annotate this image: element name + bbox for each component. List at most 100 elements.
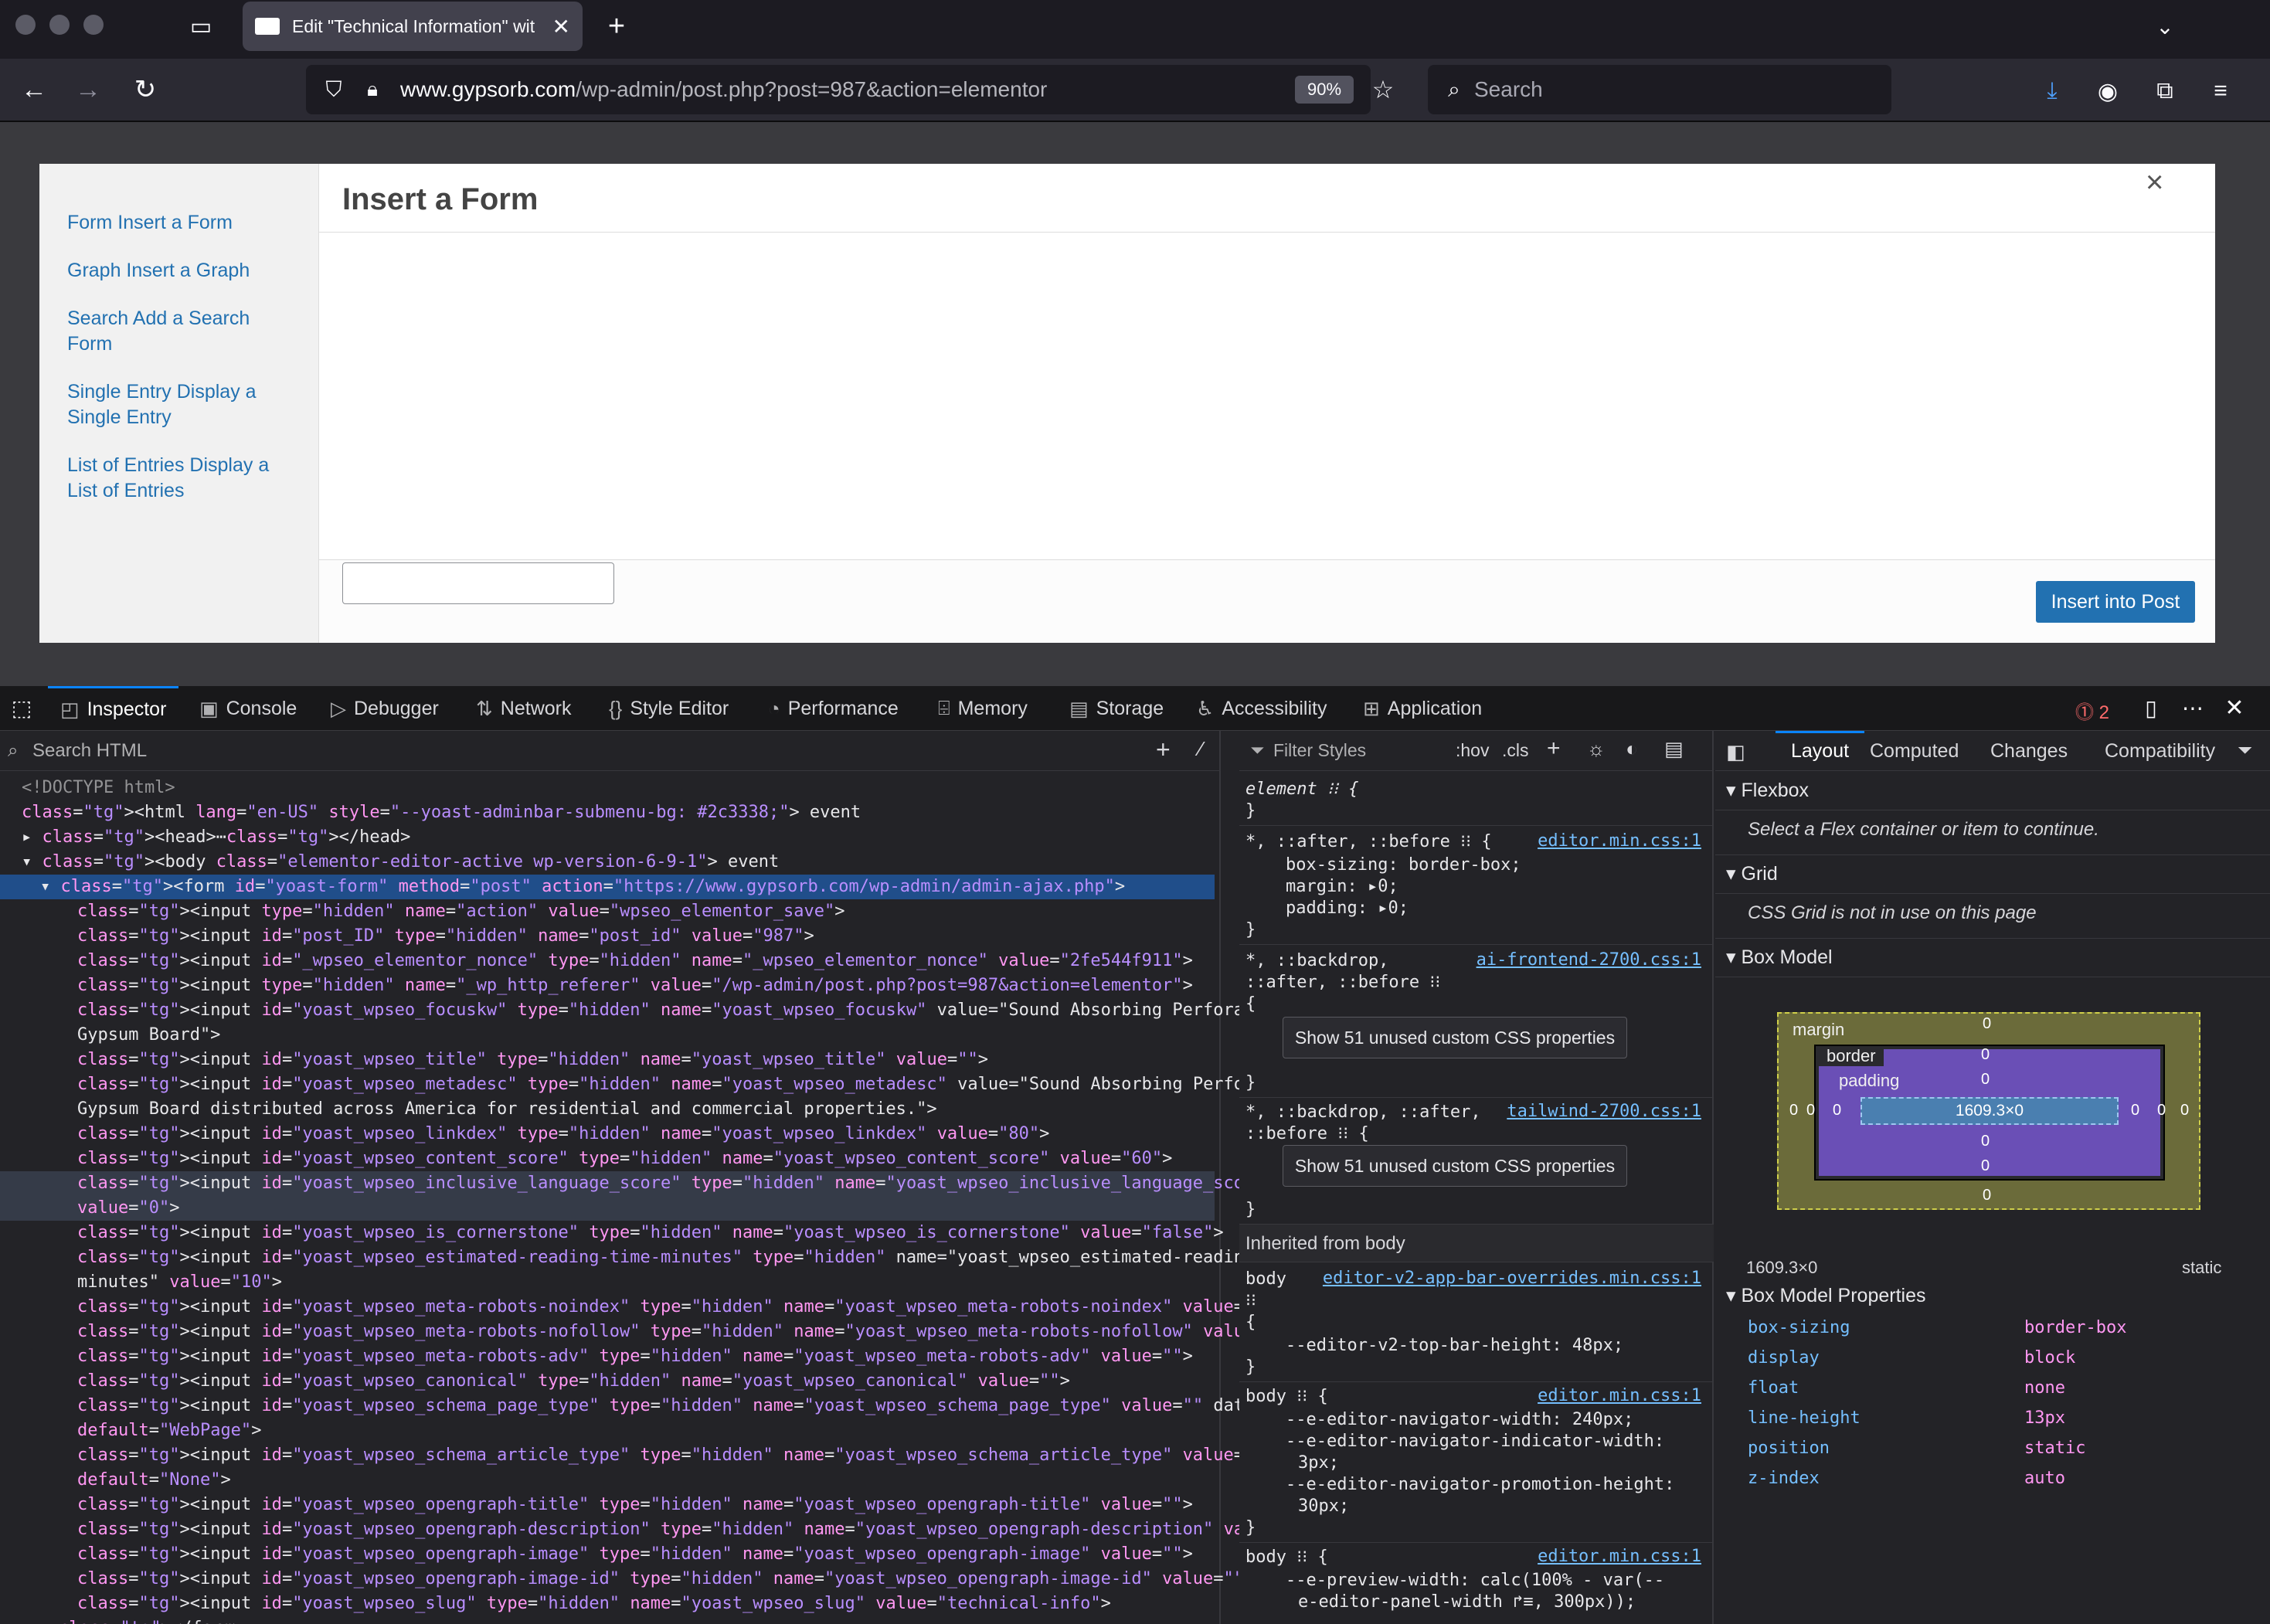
box-model-section-header[interactable]: ▾ Box Model (1726, 946, 1833, 969)
tab-overview-icon[interactable]: ▭ (184, 9, 218, 43)
markup-node-line[interactable]: ▾ class="tg"><body class="elementor-edit… (0, 850, 1215, 875)
web-search-bar[interactable]: ⌕ Search (1428, 65, 1891, 114)
tab-console[interactable]: ▣ Console (199, 686, 297, 731)
markup-node-line[interactable]: class="tg"><input id="yoast_wpseo_title"… (0, 1048, 1215, 1072)
maximize-window-button[interactable] (83, 15, 104, 35)
rule-1-prop-1[interactable]: box-sizing: border-box; (1286, 854, 1734, 876)
markup-node-line[interactable]: class="tg"><input type="hidden" name="_w… (0, 973, 1215, 998)
cls-toggle[interactable]: .cls (1502, 740, 1529, 761)
markup-node-line[interactable]: class="tg"><html lang="en-US" style="--y… (0, 800, 1215, 825)
url-text[interactable]: www.gypsorb.com/wp-admin/post.php?post=9… (400, 77, 1047, 102)
box-model-margin[interactable]: margin 0 0 0 0 border padding 0 0 0 0 0 … (1777, 1012, 2200, 1210)
markup-node-line[interactable]: ▸ class="tg"><head>⋯class="tg"></head> (0, 825, 1215, 850)
minimize-window-button[interactable] (49, 15, 70, 35)
tab-compatibility[interactable]: Compatibility (2105, 740, 2215, 763)
markup-node-line[interactable]: class="tg"><input id="yoast_wpseo_canoni… (0, 1369, 1215, 1394)
tab-inspector[interactable]: ◰ Inspector (48, 686, 179, 731)
flexbox-section-header[interactable]: ▾ Flexbox (1726, 779, 1809, 802)
markup-node-line[interactable]: class="tg"><input id="yoast_wpseo_focusk… (0, 998, 1275, 1023)
lock-icon[interactable]: 🔒︎ (355, 73, 389, 107)
body-rule-2-prop-1[interactable]: --e-editor-navigator-width: 240px; (1286, 1409, 1734, 1431)
add-node-icon[interactable]: + (1156, 736, 1171, 764)
markup-node-line[interactable]: class="tg"><input id="_wpseo_elementor_n… (0, 949, 1215, 973)
margin-bottom-value[interactable]: 0 (1983, 1187, 1991, 1204)
active-tab[interactable]: Edit "Technical Information" wit ✕ (243, 2, 583, 51)
tab-computed[interactable]: Computed (1870, 740, 1959, 763)
margin-top-value[interactable]: 0 (1983, 1015, 1991, 1033)
tab-layout[interactable]: Layout (1776, 731, 1865, 771)
margin-left-value[interactable]: 0 (1789, 1102, 1798, 1119)
markup-node-line[interactable]: class="tg"><input id="yoast_wpseo_linkde… (0, 1122, 1215, 1147)
body-rule-1-source-link[interactable]: editor-v2-app-bar-overrides.min.css:1 (1323, 1269, 1701, 1288)
sidebar-link-search[interactable]: Search Add a Search Form (67, 306, 299, 357)
body-rule-3-source-link[interactable]: editor.min.css:1 (1538, 1547, 1701, 1566)
menu-icon[interactable]: ≡ (2204, 74, 2238, 108)
tab-style-editor[interactable]: {} Style Editor (609, 686, 729, 731)
rule-1-prop-2[interactable]: margin: ▸0; (1286, 876, 1734, 898)
error-count-badge[interactable]: ⓵ 2 (2075, 697, 2109, 724)
add-rule-icon[interactable]: + (1547, 736, 1561, 762)
body-rule-2-prop-2[interactable]: --e-editor-navigator-indicator-width: (1286, 1431, 1734, 1452)
markup-node-line[interactable]: class="tg"><input id="yoast_wpseo_meta-r… (0, 1295, 1285, 1320)
grid-section-header[interactable]: ▾ Grid (1726, 862, 1778, 885)
tab-performance[interactable]: ◔ Performance (768, 686, 899, 731)
dock-toggle-icon[interactable]: ▯ (2134, 691, 2168, 725)
close-icon[interactable]: × (2146, 165, 2163, 200)
print-media-icon[interactable]: ▤ (1664, 737, 1684, 761)
tab-network[interactable]: ⇅ Network (476, 686, 571, 731)
zoom-level-badge[interactable]: 90% (1295, 76, 1354, 104)
list-all-tabs-chevron-icon[interactable]: ⌄ (2148, 9, 2182, 43)
border-right-value[interactable]: 0 (2157, 1102, 2166, 1119)
markup-node-line[interactable]: class="tg"><input id="yoast_wpseo_inclus… (0, 1171, 1275, 1196)
markup-node-line[interactable]: <!DOCTYPE html> (0, 776, 1215, 800)
border-bottom-value[interactable]: 0 (1981, 1157, 1990, 1175)
content-size[interactable]: 1609.3×0 (1861, 1097, 2119, 1125)
rule-1-prop-3[interactable]: padding: ▸0; (1286, 898, 1734, 919)
markup-node-line[interactable]: ▾ class="tg"><form id="yoast-form" metho… (0, 875, 1215, 899)
rule-3-source-link[interactable]: tailwind-2700.css:1 (1507, 1102, 1701, 1121)
rule-1-source-link[interactable]: editor.min.css:1 (1538, 831, 1701, 851)
padding-right-value[interactable]: 0 (2131, 1102, 2139, 1119)
element-picker-icon[interactable]: ⬚ (5, 691, 39, 725)
extensions-icon[interactable]: ⧉ (2148, 74, 2182, 108)
markup-node-line[interactable]: class="tg"><input id="yoast_wpseo_is_cor… (0, 1221, 1224, 1245)
padding-left-value[interactable]: 0 (1833, 1102, 1841, 1119)
markup-node-line[interactable]: class="tg"><input type="hidden" name="ac… (0, 899, 1215, 924)
markup-node-line[interactable]: Gypsum Board distributed across America … (0, 1097, 1215, 1122)
dark-scheme-icon[interactable]: ◐ (1626, 737, 1638, 761)
markup-node-line[interactable]: value="0"> (0, 1196, 1215, 1221)
markup-node-line[interactable]: class="tg"><input id="yoast_wpseo_opengr… (0, 1517, 1316, 1542)
more-options-icon[interactable]: ⋯ (2176, 691, 2210, 725)
body-rule-3-prop-1[interactable]: --e-preview-width: calc(100% - var(-- (1286, 1570, 1734, 1592)
sidebar-link-list-entries[interactable]: List of Entries Display a List of Entrie… (67, 453, 299, 504)
tab-accessibility[interactable]: ♿︎ Accessibility (1196, 686, 1327, 731)
close-window-button[interactable] (15, 15, 36, 35)
downloads-icon[interactable]: ⤓ (2035, 74, 2069, 108)
markup-node-line[interactable]: class="tg"><input id="yoast_wpseo_estima… (0, 1245, 1316, 1270)
markup-node-line[interactable]: class="tg"><input id="yoast_wpseo_meta-r… (0, 1320, 1306, 1344)
markup-node-line[interactable]: Gypsum Board"> (0, 1023, 1215, 1048)
tab-changes[interactable]: Changes (1990, 740, 2068, 763)
markup-node-line[interactable]: default="None"> (0, 1468, 1215, 1493)
new-tab-button[interactable]: + (600, 9, 634, 43)
back-arrow-icon[interactable]: ← (17, 73, 51, 107)
sidebar-link-graph[interactable]: Graph Insert a Graph (67, 258, 299, 284)
markup-node-line[interactable]: class="tg"><input id="yoast_wpseo_meta-r… (0, 1344, 1215, 1369)
padding-bottom-value[interactable]: 0 (1981, 1133, 1990, 1150)
box-model-border[interactable]: border padding 0 0 0 0 0 0 0 0 1609.3×0 (1806, 1045, 2166, 1181)
close-tab-icon[interactable]: ✕ (552, 14, 570, 39)
markup-node-line[interactable]: class="tg"></form> (0, 1616, 1215, 1624)
box-model-padding[interactable]: border padding 0 0 0 0 0 0 0 0 1609.3×0 (1806, 1046, 2166, 1176)
markup-node-line[interactable]: class="tg"><input id="yoast_wpseo_opengr… (0, 1567, 1254, 1592)
rule-2-source-link[interactable]: ai-frontend-2700.css:1 (1477, 950, 1701, 970)
show-unused-css-button[interactable]: Show 51 unused custom CSS properties (1283, 1145, 1627, 1187)
light-scheme-icon[interactable]: ☼ (1587, 737, 1606, 761)
address-bar[interactable]: ⛉ 🔒︎ www.gypsorb.com/wp-admin/post.php?p… (306, 65, 1394, 114)
account-icon[interactable]: ◉ (2091, 74, 2125, 108)
markup-node-line[interactable]: class="tg"><input id="yoast_wpseo_opengr… (0, 1493, 1215, 1517)
search-html-bar[interactable]: ⌕ Search HTML + ⁄ (0, 731, 1221, 771)
filter-styles-bar[interactable]: ⏷ Filter Styles :hov .cls + ☼ ◐ ▤ (1239, 731, 1714, 771)
insert-into-post-button[interactable]: Insert into Post (2036, 581, 2195, 623)
body-rule-2-prop-3[interactable]: --e-editor-navigator-promotion-height: (1286, 1474, 1734, 1496)
markup-node-line[interactable]: minutes" value="10"> (0, 1270, 1215, 1295)
